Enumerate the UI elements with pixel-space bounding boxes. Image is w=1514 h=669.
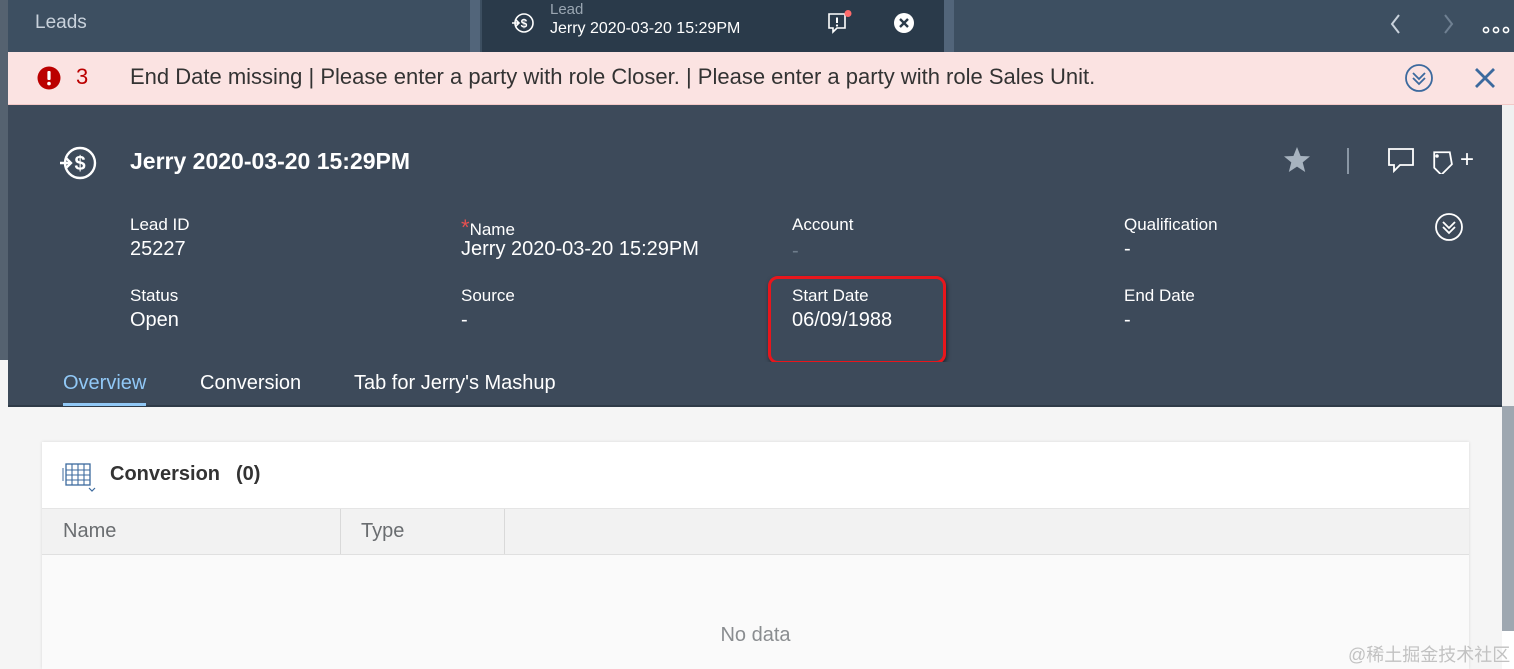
star-icon[interactable] [1282,145,1312,175]
column-separator [504,509,505,554]
conversion-title: Conversion [110,463,221,485]
tab-conversion[interactable]: Conversion [200,372,301,395]
error-message-text[interactable]: End Date missing | Please enter a party … [130,64,1095,90]
message-popover-icon[interactable] [826,10,852,36]
shell-divider [944,0,954,52]
error-count[interactable]: 3 [76,64,88,90]
lead-object-icon: $ [512,13,534,33]
watermark: @稀土掘金技术社区 [1348,645,1511,665]
left-edge [0,0,8,360]
status-value: Open [130,309,179,331]
chevron-left-icon[interactable] [1384,10,1408,38]
left-edge-lower [0,360,8,669]
add-tag-button[interactable]: + [1460,146,1478,174]
column-header-name[interactable]: Name [63,520,116,543]
qualification-label: Qualification [1124,215,1218,234]
name-value: Jerry 2020-03-20 15:29PM [461,238,699,260]
start-date-highlight [768,276,946,364]
status-label: Status [130,286,179,305]
end-date-value: - [1124,309,1131,331]
required-mark: * [461,215,470,240]
object-title: Jerry 2020-03-20 15:29PM [130,148,411,174]
overflow-icon[interactable] [1482,18,1510,34]
svg-text:$: $ [521,17,528,31]
lead-tab-caption: Lead [550,1,584,18]
table-body [42,555,1469,669]
expand-header-icon[interactable] [1434,212,1464,242]
chevron-right-icon[interactable] [1436,10,1460,38]
tab-jerrys-mashup[interactable]: Tab for Jerry's Mashup [354,372,556,395]
right-edge [1502,105,1514,406]
table-view-icon[interactable] [62,461,98,493]
shell-divider [470,0,480,52]
column-separator [340,509,341,554]
account-label: Account [792,215,854,234]
source-label: Source [461,286,515,305]
end-date-label: End Date [1124,286,1195,305]
svg-text:$: $ [74,153,85,175]
tag-icon[interactable] [1428,146,1456,174]
active-tab-indicator [63,403,146,406]
source-value: - [461,309,468,331]
tab-overview[interactable]: Overview [63,372,146,395]
column-header-type[interactable]: Type [361,520,404,543]
comment-icon[interactable] [1386,146,1416,174]
object-header [8,105,1502,362]
leads-tab[interactable]: Leads [35,12,87,34]
table-header [42,508,1469,555]
lead-object-icon: $ [60,146,97,180]
error-icon [37,66,61,90]
header-separator [1347,148,1349,174]
no-data-text: No data [720,624,791,646]
lead-id-value: 25227 [130,238,186,260]
scrollbar[interactable] [1502,406,1514,631]
name-label-text: Name [469,220,515,239]
expand-messages-icon[interactable] [1404,63,1434,93]
lead-id-label: Lead ID [130,215,190,234]
qualification-value: - [1124,238,1131,260]
account-value: - [792,240,799,262]
conversion-count: (0) [236,463,261,485]
close-icon[interactable] [1472,65,1498,91]
lead-tab-title: Jerry 2020-03-20 15:29PM [550,20,741,37]
close-tab-icon[interactable] [893,12,915,34]
